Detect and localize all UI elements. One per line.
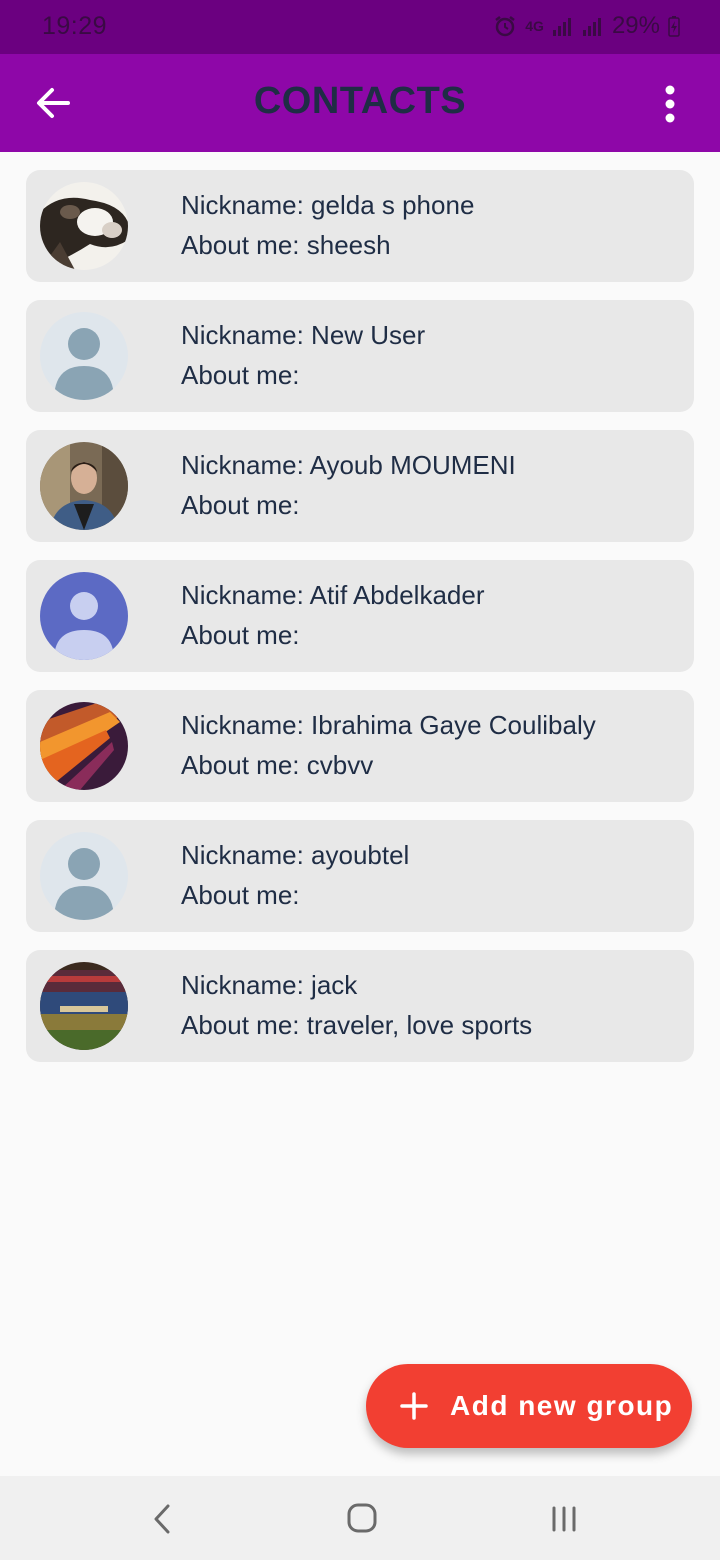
nav-back-icon[interactable] <box>148 1500 176 1538</box>
contact-card[interactable]: Nickname: ayoubtel About me: <box>26 820 694 932</box>
contact-list: Nickname: gelda s phone About me: sheesh… <box>26 170 694 1080</box>
contact-about: About me: sheesh <box>181 230 391 260</box>
more-vert-icon <box>665 85 675 123</box>
signal-roaming-icon <box>582 18 601 36</box>
contact-card[interactable]: Nickname: New User About me: <box>26 300 694 412</box>
contact-nickname: Nickname: Atif Abdelkader <box>181 580 485 610</box>
status-icons: 4G 29% <box>493 12 680 40</box>
contact-nickname: Nickname: gelda s phone <box>181 190 475 220</box>
default-person-icon <box>40 312 128 400</box>
plus-icon <box>400 1392 428 1420</box>
battery-level: 29% <box>611 12 660 39</box>
network-type: 4G <box>525 18 544 34</box>
battery-charging-icon <box>668 16 680 37</box>
contact-nickname: Nickname: Ayoub MOUMENI <box>181 450 516 480</box>
default-person-icon <box>40 832 128 920</box>
avatar-abstract-photo <box>40 702 128 790</box>
add-new-group-label: Add new group <box>450 1390 674 1421</box>
add-new-group-button[interactable]: Add new group <box>366 1364 692 1448</box>
nav-home-icon[interactable] <box>344 1498 380 1538</box>
contact-card[interactable]: Nickname: jack About me: traveler, love … <box>26 950 694 1062</box>
avatar-stadium-photo <box>40 962 128 1050</box>
overflow-menu-button[interactable] <box>648 80 692 130</box>
contact-about: About me: <box>181 490 300 520</box>
alarm-icon <box>495 16 516 37</box>
app-bar: CONTACTS <box>0 54 720 152</box>
default-person-icon <box>40 572 128 660</box>
contact-card[interactable]: Nickname: Ayoub MOUMENI About me: <box>26 430 694 542</box>
contact-about: About me: <box>181 620 300 650</box>
avatar-person-photo <box>40 442 128 530</box>
nav-recent-apps-icon[interactable] <box>548 1500 580 1538</box>
page-title: CONTACTS <box>253 80 467 122</box>
contact-card[interactable]: Nickname: Atif Abdelkader About me: <box>26 560 694 672</box>
avatar-cow-photo <box>40 182 128 270</box>
contact-nickname: Nickname: ayoubtel <box>181 840 410 870</box>
contact-about: About me: traveler, love sports <box>181 1010 533 1040</box>
contact-about: About me: <box>181 880 300 910</box>
contact-nickname: Nickname: jack <box>181 970 358 1000</box>
contact-about: About me: <box>181 360 300 390</box>
signal-icon <box>552 18 571 36</box>
status-time: 19:29 <box>42 12 108 40</box>
status-bar: 19:29 4G 29% <box>0 0 720 54</box>
contact-nickname: Nickname: Ibrahima Gaye Coulibaly <box>181 710 596 740</box>
contact-card[interactable]: Nickname: gelda s phone About me: sheesh <box>26 170 694 282</box>
system-nav-bar <box>0 1476 720 1560</box>
contact-nickname: Nickname: New User <box>181 320 426 350</box>
contact-card[interactable]: Nickname: Ibrahima Gaye Coulibaly About … <box>26 690 694 802</box>
contact-about: About me: cvbvv <box>181 750 374 780</box>
